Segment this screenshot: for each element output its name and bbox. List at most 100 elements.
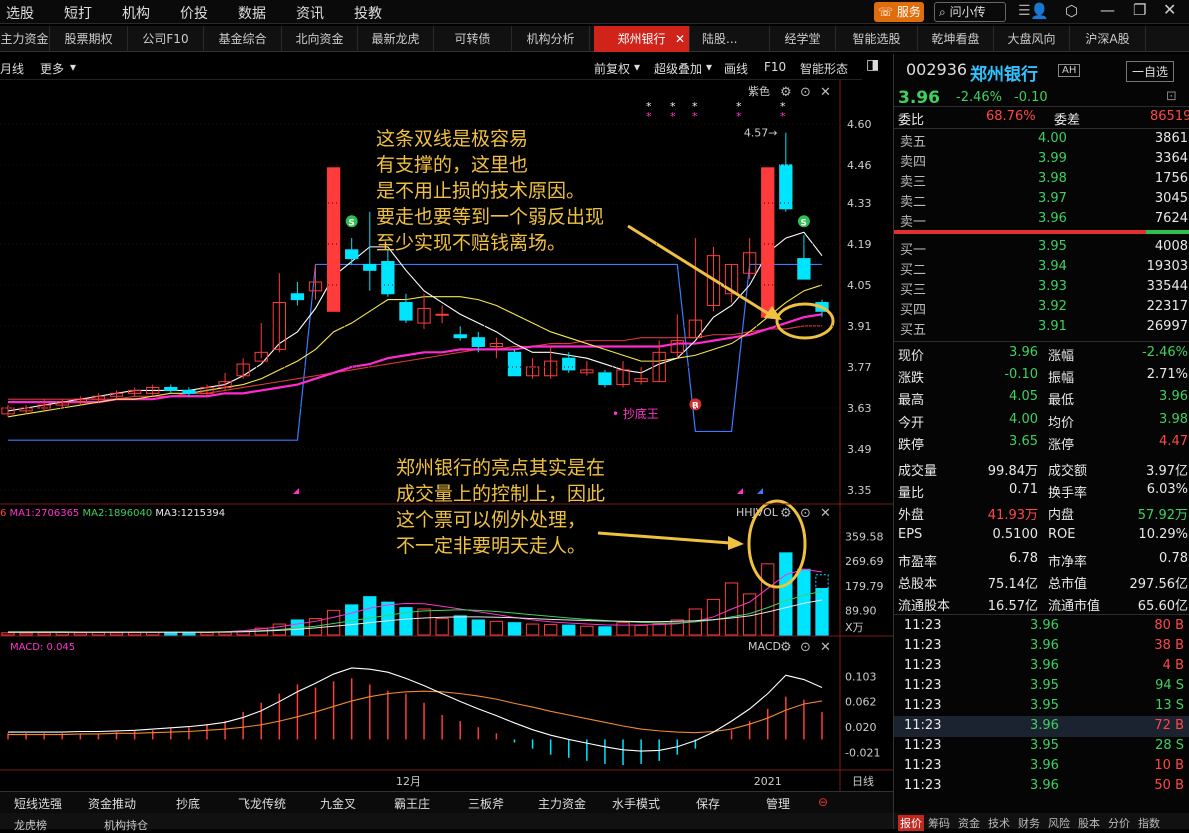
add-watchlist-button[interactable]: 一自选 [1126, 61, 1175, 82]
support-line [8, 263, 822, 441]
stat-value: 0.78 [1159, 550, 1188, 566]
menu-jiatou[interactable]: 价投 [180, 3, 208, 23]
stat-value: 0.71 [1009, 482, 1038, 498]
volume-bar [164, 632, 178, 636]
volume-bar [507, 622, 522, 636]
tab-gupiaoqiquan[interactable]: 股票期权 [50, 26, 128, 52]
ask-label: 卖四 [900, 155, 927, 170]
tab-zhinengxuangu[interactable]: 智能选股 [836, 26, 918, 52]
chevron-down-icon[interactable]: ▾ [70, 60, 76, 74]
volume-bar [417, 608, 431, 636]
bid-row[interactable]: 买一 3.95 4008 [894, 237, 1189, 258]
candle-body [779, 164, 793, 210]
stat-label: 均价 [1048, 415, 1075, 431]
close-icon: ✕ [820, 506, 831, 521]
ask-row[interactable]: 卖四 3.99 3364 [894, 149, 1189, 170]
nav-item[interactable]: 资金推动 [88, 795, 136, 812]
tab-kezhuanzhai[interactable]: 可转债 [434, 26, 512, 52]
tab-lugu[interactable]: 陆股... [692, 26, 770, 52]
f10-button[interactable]: F10 [764, 60, 786, 74]
chevron-down-icon[interactable]: ▾ [634, 60, 640, 74]
tab-hushen-a[interactable]: 沪深A股 [1070, 26, 1146, 52]
tab-jijinzonghe[interactable]: 基金综合 [204, 26, 282, 52]
signal-label: S [348, 218, 354, 228]
tick-time: 11:23 [904, 758, 942, 773]
nav-item[interactable]: 水手模式 [612, 795, 660, 812]
stat-row: 量比 0.71 换手率 6.03% [894, 480, 1189, 501]
nav-item[interactable]: 三板斧 [468, 795, 504, 812]
nav-item[interactable]: 飞龙传统 [238, 795, 286, 812]
tab-qiankunkanpan[interactable]: 乾坤看盘 [918, 26, 994, 52]
nav-item[interactable]: 九金叉 [320, 795, 356, 812]
ask-row[interactable]: 卖一 3.96 7624 [894, 209, 1189, 230]
maximize-icon[interactable]: ❐ [1133, 1, 1146, 19]
menu-duanda[interactable]: 短打 [64, 3, 92, 23]
panel-toggle-icon[interactable]: ◨ [866, 57, 879, 73]
period-monthly[interactable]: 月线 [0, 60, 24, 77]
period-label: 日线 [852, 774, 874, 788]
fuquan-select[interactable]: 前复权 [594, 60, 630, 77]
bid-row[interactable]: 买二 3.94 19303 [894, 257, 1189, 278]
bid-row[interactable]: 买五 3.91 26997 [894, 317, 1189, 338]
collapse-icon[interactable]: ⊖ [818, 795, 828, 809]
user-icon[interactable]: 👤 [1030, 2, 1049, 20]
nav-item[interactable]: 短线选强 [14, 795, 62, 812]
nav-item[interactable]: 抄底 [176, 795, 200, 812]
bid-row[interactable]: 买四 3.92 22317 [894, 297, 1189, 318]
close-icon[interactable]: ✕ [1163, 0, 1176, 19]
minimize-icon[interactable]: — [1100, 1, 1115, 19]
tab-gongsi-f10[interactable]: 公司F10 [128, 26, 204, 52]
ask-row[interactable]: 卖三 3.98 1756 [894, 169, 1189, 190]
menu-toujiao[interactable]: 投教 [354, 3, 382, 23]
volume-bar [1, 632, 15, 636]
stat-label: 涨跌 [898, 371, 925, 387]
service-button[interactable]: ☏ 服务 [874, 2, 924, 22]
menu-shuju[interactable]: 数据 [238, 3, 266, 23]
tick-price: 3.96 [1030, 658, 1059, 673]
stat-label: 成交额 [1048, 464, 1088, 479]
stat-label: 流通市值 [1048, 599, 1101, 615]
tab-zhulizijin[interactable]: 主力资金 [0, 26, 50, 52]
menu-jigou[interactable]: 机构 [122, 3, 150, 23]
chevron-down-icon[interactable]: ▾ [706, 60, 712, 74]
bid-label: 买一 [900, 243, 927, 258]
tab-dapanfengxiang[interactable]: 大盘风向 [994, 26, 1070, 52]
tab-zuixinlonghu[interactable]: 最新龙虎 [358, 26, 434, 52]
candle [507, 349, 522, 377]
nav-item[interactable]: 霸王庄 [394, 795, 430, 812]
tab-zhengzhou-bank[interactable]: 郑州银行 ✕ [594, 26, 690, 52]
ask-row[interactable]: 卖五 4.00 3861 [894, 129, 1189, 150]
price-tick-label: 3.49 [847, 443, 872, 456]
longhubang-tab[interactable]: 龙虎榜 [14, 817, 47, 833]
nav-manage[interactable]: 管理 [766, 795, 790, 812]
menu-xuangu[interactable]: 选股 [6, 3, 34, 23]
bid-row[interactable]: 买三 3.93 33544 [894, 277, 1189, 298]
tab-jigoufenxi[interactable]: 机构分析 [512, 26, 590, 52]
tab-close-icon[interactable]: ✕ [675, 26, 685, 52]
draw-line-button[interactable]: 画线 [724, 60, 748, 77]
change-value: -0.10 [1014, 90, 1048, 105]
nav-item[interactable]: 主力资金 [538, 795, 586, 812]
overlay-select[interactable]: 超级叠加 [654, 60, 702, 77]
lock-icon[interactable]: ⊡ [1166, 89, 1177, 104]
candle-body [164, 386, 178, 391]
ask-volume: 3364 [1154, 151, 1188, 166]
settings-icon[interactable]: ⬡ [1065, 2, 1078, 20]
tab-jingxuetang[interactable]: 经学堂 [770, 26, 836, 52]
tab-beixiangzijin[interactable]: 北向资金 [282, 26, 358, 52]
nav-save[interactable]: 保存 [696, 795, 720, 812]
ah-badge[interactable]: AH [1058, 64, 1081, 77]
weibi-value: 68.76% [986, 109, 1036, 124]
more-button[interactable]: 更多 [40, 60, 64, 77]
search-box[interactable]: ⌕ 问小传 [934, 2, 1006, 22]
ask-row[interactable]: 卖二 3.97 3045 [894, 189, 1189, 210]
stat-row: 流通股本 16.57亿 流通市值 65.60亿 [894, 593, 1189, 614]
jigouchicang-tab[interactable]: 机构持仓 [104, 817, 148, 833]
bid-volume: 33544 [1146, 279, 1188, 294]
candle [1, 405, 15, 417]
menu-zixun[interactable]: 资讯 [296, 3, 324, 23]
smart-pattern-button[interactable]: 智能形态 [800, 60, 848, 77]
menu-icon[interactable]: ☰ [1018, 3, 1031, 19]
ask-volume: 3045 [1154, 191, 1188, 206]
bid-volume: 26997 [1146, 319, 1188, 334]
